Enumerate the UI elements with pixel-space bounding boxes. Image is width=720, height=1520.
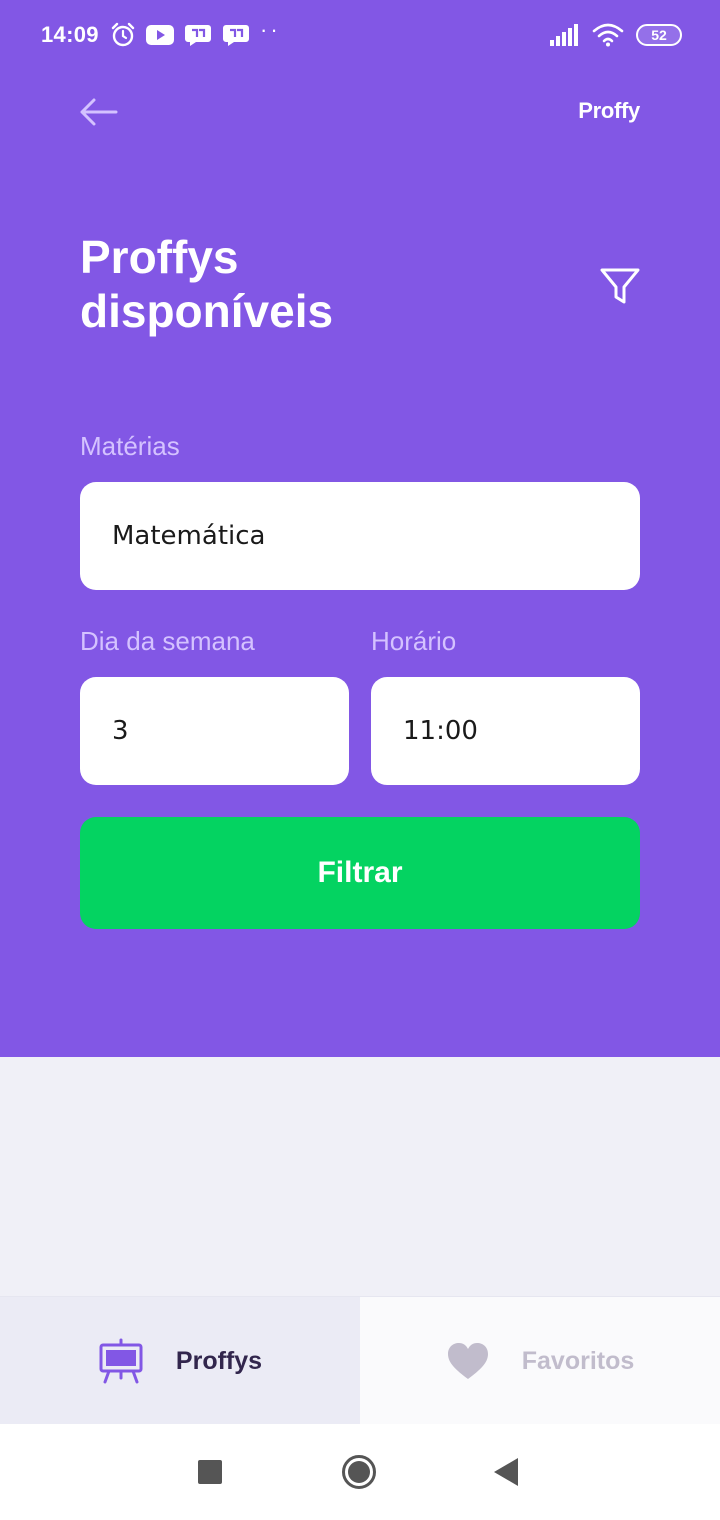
easel-icon [99,1338,143,1384]
time-label: Horário [371,626,457,656]
battery-level: 52 [651,27,667,43]
time-input[interactable]: 11:00 [371,677,640,785]
more-notifications-icon: ·· [260,17,281,42]
bottom-tab-bar: Proffys Favoritos [0,1296,720,1425]
battery-icon: 52 [636,24,682,46]
filter-icon [600,268,640,304]
triangle-back-icon [494,1458,518,1486]
weekday-label: Dia da semana [80,626,255,656]
system-navigation-bar [0,1424,720,1520]
tab-favoritos-label: Favoritos [521,1346,635,1375]
notification-icons: ·· [110,17,281,49]
signal-icon [550,24,578,46]
recents-button[interactable] [198,1460,222,1489]
subject-input[interactable]: Matemática [80,482,640,590]
arrow-left-icon [80,98,118,126]
wifi-icon [592,23,624,47]
back-button[interactable] [78,96,118,128]
filter-submit-label: Filtrar [317,856,403,889]
circle-icon [342,1455,376,1489]
brand-logo: Proffy [578,98,640,123]
chat-icon [185,25,211,46]
subject-label: Matérias [80,431,180,461]
tab-proffys-label: Proffys [175,1346,263,1375]
status-bar: 14:09 ·· 52 [0,0,720,70]
square-icon [198,1460,222,1484]
system-icons: 52 [550,20,682,50]
filter-submit-button[interactable]: Filtrar [80,817,640,929]
subject-value: Matemática [112,521,266,551]
page-title: Proffys disponíveis [80,231,334,337]
filter-toggle-button[interactable] [598,264,642,308]
status-time: 14:09 [41,22,99,47]
weekday-input[interactable]: 3 [80,677,349,785]
tab-proffys[interactable]: Proffys [0,1297,360,1425]
alarm-icon [111,22,135,47]
time-value: 11:00 [403,716,478,746]
youtube-icon [146,25,174,45]
app-screen: 14:09 ·· 52 Proffy Proffys disponíveis M… [0,0,720,1520]
page-header: 14:09 ·· 52 Proffy Proffys disponíveis M… [0,0,720,1057]
back-nav-button[interactable] [494,1458,518,1491]
weekday-value: 3 [112,716,129,746]
heart-icon [447,1343,488,1379]
results-list [0,1057,720,1296]
tab-favoritos[interactable]: Favoritos [360,1297,720,1425]
chat-icon [223,25,249,46]
home-button[interactable] [341,1454,377,1495]
